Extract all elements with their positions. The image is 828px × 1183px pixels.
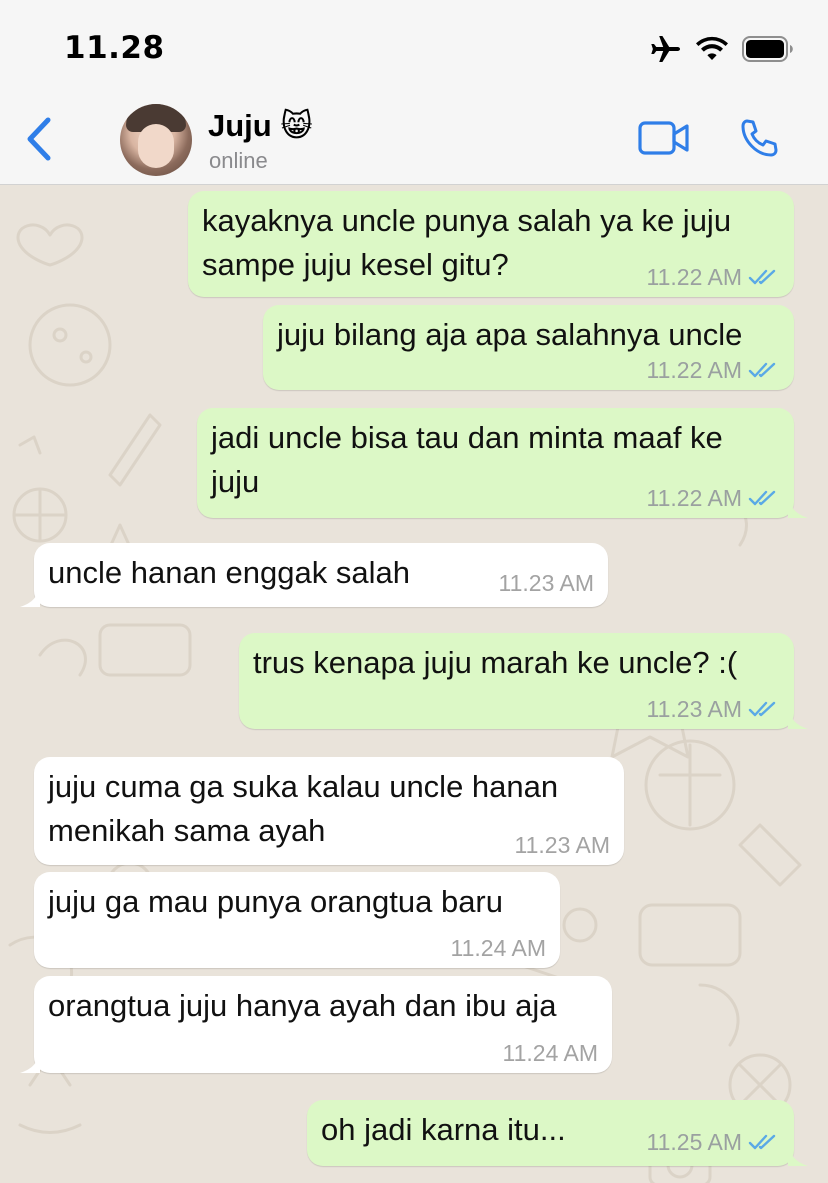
message-meta: 11.23 AM bbox=[647, 697, 778, 721]
message-bubble-outgoing[interactable]: oh jadi karna itu... 11.25 AM bbox=[307, 1100, 808, 1166]
message-time: 11.23 AM bbox=[498, 570, 594, 596]
chat-header: Juju 😸 online bbox=[0, 96, 828, 185]
read-ticks-icon bbox=[748, 701, 776, 717]
phone-icon bbox=[741, 119, 778, 157]
message-bubble-outgoing[interactable]: trus kenapa juju marah ke uncle? :( 11.2… bbox=[239, 633, 808, 729]
back-button[interactable] bbox=[20, 114, 60, 164]
video-call-icon bbox=[638, 121, 689, 155]
message-time: 11.22 AM bbox=[646, 357, 742, 383]
bubble-tail bbox=[788, 1144, 808, 1166]
bubble-tail bbox=[20, 1051, 40, 1073]
wifi-icon bbox=[696, 36, 728, 62]
contact-name[interactable]: Juju 😸 bbox=[208, 108, 313, 144]
contact-status: online bbox=[209, 148, 268, 173]
message-bubble-outgoing[interactable]: juju bilang aja apa salahnya uncle 11.22… bbox=[263, 305, 794, 390]
message-time: 11.25 AM bbox=[646, 1129, 742, 1155]
battery-icon bbox=[742, 36, 794, 62]
video-call-button[interactable] bbox=[638, 120, 690, 156]
message-bubble-incoming[interactable]: juju cuma ga suka kalau uncle hanan meni… bbox=[34, 757, 624, 865]
back-chevron-icon bbox=[27, 117, 51, 161]
message-bubble-outgoing[interactable]: kayaknya uncle punya salah ya ke juju sa… bbox=[188, 191, 794, 297]
status-time: 11.28 bbox=[64, 30, 165, 66]
message-time: 11.24 AM bbox=[502, 1040, 598, 1066]
message-bubble-incoming[interactable]: juju ga mau punya orangtua baru 11.24 AM bbox=[34, 872, 560, 968]
message-bubble-outgoing[interactable]: jadi uncle bisa tau dan minta maaf ke ju… bbox=[197, 408, 808, 518]
message-text: jadi uncle bisa tau dan minta maaf ke bbox=[211, 420, 723, 455]
message-meta: 11.22 AM bbox=[647, 265, 778, 289]
read-ticks-icon bbox=[748, 269, 776, 285]
message-text: trus kenapa juju marah ke uncle? :( bbox=[253, 645, 738, 680]
bubble-tail bbox=[788, 707, 808, 729]
message-meta: 11.24 AM bbox=[503, 1041, 598, 1065]
message-text: kayaknya uncle punya salah ya ke juju bbox=[202, 203, 732, 238]
message-bubble-incoming[interactable]: uncle hanan enggak salah 11.23 AM bbox=[20, 543, 608, 607]
read-ticks-icon bbox=[748, 1134, 776, 1150]
message-meta: 11.22 AM bbox=[647, 486, 778, 510]
message-text: orangtua juju hanya ayah dan ibu aja bbox=[48, 988, 557, 1023]
message-text: juju bilang aja apa salahnya uncle bbox=[277, 317, 743, 352]
status-bar: 11.28 bbox=[0, 0, 828, 96]
message-time: 11.22 AM bbox=[646, 485, 742, 511]
message-time: 11.24 AM bbox=[450, 935, 546, 961]
message-text: juju cuma ga suka kalau uncle hanan bbox=[48, 769, 559, 804]
message-bubble-incoming[interactable]: orangtua juju hanya ayah dan ibu aja 11.… bbox=[20, 976, 612, 1073]
voice-call-button[interactable] bbox=[738, 118, 780, 160]
message-time: 11.23 AM bbox=[646, 696, 742, 722]
read-ticks-icon bbox=[748, 490, 776, 506]
chat-area[interactable]: kayaknya uncle punya salah ya ke juju sa… bbox=[0, 185, 828, 1183]
message-time: 11.22 AM bbox=[646, 264, 742, 290]
message-meta: 11.24 AM bbox=[451, 936, 546, 960]
message-meta: 11.25 AM bbox=[647, 1130, 778, 1154]
read-ticks-icon bbox=[748, 362, 776, 378]
message-meta: 11.22 AM bbox=[647, 358, 778, 382]
bubble-tail bbox=[788, 496, 808, 518]
message-meta: 11.23 AM bbox=[499, 571, 594, 595]
airplane-icon bbox=[650, 34, 682, 64]
avatar[interactable] bbox=[120, 104, 192, 176]
message-time: 11.23 AM bbox=[514, 832, 610, 858]
message-text: juju ga mau punya orangtua baru bbox=[48, 884, 503, 919]
message-meta: 11.23 AM bbox=[515, 833, 610, 857]
bubble-tail bbox=[20, 585, 40, 607]
status-icons bbox=[650, 34, 794, 64]
